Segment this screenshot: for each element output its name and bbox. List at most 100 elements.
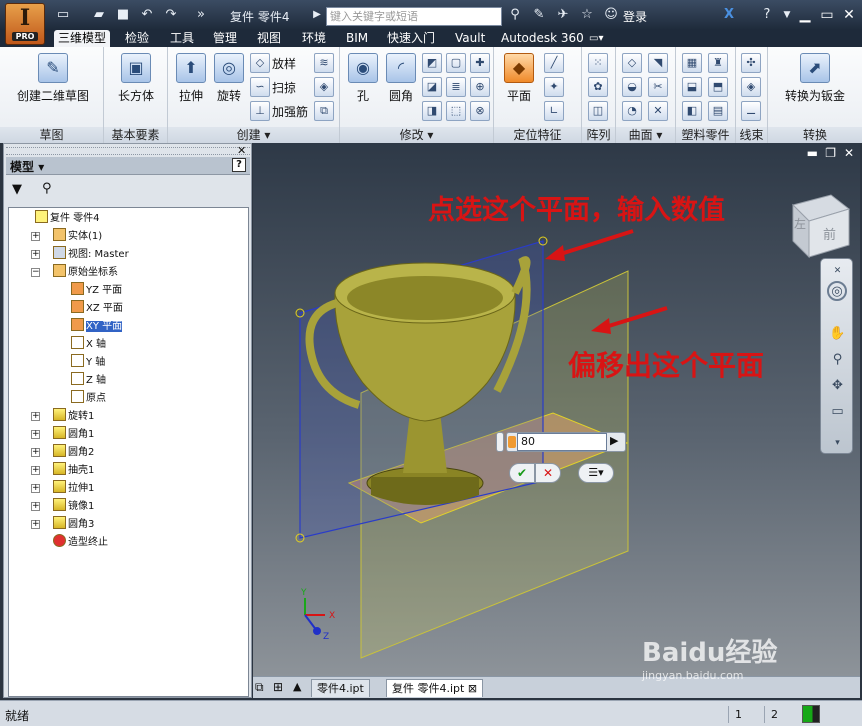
harness-properties-icon[interactable]: ◈: [741, 77, 761, 97]
satellite-icon[interactable]: ✈: [554, 6, 572, 24]
fillet-button[interactable]: ◜ 圆角: [382, 53, 420, 104]
revolve-button[interactable]: ◎ 旋转: [210, 53, 248, 104]
redo-icon[interactable]: ↷: [162, 6, 180, 24]
tab-3d-model[interactable]: 三维模型: [54, 30, 111, 47]
loft-icon[interactable]: ◇: [250, 53, 270, 73]
browser-grip[interactable]: [6, 147, 250, 155]
tab-autodesk-360[interactable]: Autodesk 360: [497, 30, 588, 47]
box-button[interactable]: ▣ 长方体: [112, 53, 160, 104]
tree-expander-icon[interactable]: +: [31, 448, 40, 457]
ribbon-options-icon[interactable]: ▭▾: [585, 30, 607, 47]
tab-view[interactable]: 视图: [253, 30, 285, 47]
snap-fit-icon[interactable]: ⬒: [708, 77, 728, 97]
harness-segment-icon[interactable]: ⚊: [741, 101, 761, 121]
cascade-windows-icon[interactable]: ⧉: [255, 680, 264, 695]
emboss-icon[interactable]: ◈: [314, 77, 334, 97]
thread-icon[interactable]: ≣: [446, 77, 466, 97]
tree-expander-icon[interactable]: −: [31, 268, 40, 277]
tree-node[interactable]: + 圆角3: [31, 516, 94, 533]
direct-edit-icon[interactable]: ⬚: [446, 101, 466, 121]
convert-to-sheet-metal-button[interactable]: ⬈ 转换为钣金: [772, 53, 858, 104]
tree-expander-icon[interactable]: +: [31, 232, 40, 241]
document-tab-copy-part4[interactable]: 复件 零件4.ipt ⊠: [386, 679, 484, 697]
steering-wheel-icon[interactable]: ◎: [827, 281, 847, 301]
filter-icon[interactable]: ▼: [12, 182, 22, 197]
tree-node[interactable]: + 圆角1: [31, 426, 94, 443]
look-at-icon[interactable]: ▭: [829, 403, 846, 420]
cancel-x-button[interactable]: ✕: [535, 463, 561, 483]
browser-close-icon[interactable]: ✕: [237, 144, 246, 157]
orbit-icon[interactable]: ✥: [829, 377, 846, 394]
tree-expander-icon[interactable]: +: [31, 466, 40, 475]
split-icon[interactable]: ✚: [470, 53, 490, 73]
tree-node[interactable]: XZ 平面: [71, 300, 123, 317]
mini-toolbar-grip[interactable]: [496, 432, 504, 452]
circular-pattern-icon[interactable]: ✿: [588, 77, 608, 97]
stitch-icon[interactable]: ◇: [622, 53, 642, 73]
rest-icon[interactable]: ⬓: [682, 77, 702, 97]
undo-icon[interactable]: ↶: [138, 6, 156, 24]
tab-get-started[interactable]: 快速入门: [383, 30, 439, 47]
combine-icon[interactable]: ⊕: [470, 77, 490, 97]
lip-icon[interactable]: ▤: [708, 101, 728, 121]
delete-face-icon[interactable]: ⊗: [470, 101, 490, 121]
harness-icon[interactable]: ✣: [741, 53, 761, 73]
pan-hand-icon[interactable]: ✋: [829, 325, 846, 342]
tree-expander-icon[interactable]: +: [31, 520, 40, 529]
tree-node[interactable]: − 原始坐标系: [31, 264, 118, 281]
tree-node[interactable]: X 轴: [71, 336, 106, 353]
draft-icon[interactable]: ◪: [422, 77, 442, 97]
tree-node[interactable]: + 拉伸1: [31, 480, 94, 497]
extrude-button[interactable]: ⬆ 拉伸: [172, 53, 210, 104]
tab-vault[interactable]: Vault: [451, 30, 489, 47]
plane-button[interactable]: ◆ 平面: [500, 53, 538, 104]
rib-label[interactable]: 加强筋: [272, 103, 308, 120]
minimize-window-button[interactable]: ▁: [794, 5, 816, 25]
tree-node[interactable]: + 镜像1: [31, 498, 94, 515]
tree-node[interactable]: Y 轴: [71, 354, 105, 371]
help-icon[interactable]: ?: [758, 6, 776, 24]
tab-close-icon[interactable]: ⊠: [468, 682, 477, 695]
more-tools-button[interactable]: »: [192, 6, 210, 24]
save-icon[interactable]: ■: [114, 6, 132, 24]
thicken-icon[interactable]: ◨: [422, 101, 442, 121]
offset-expand-arrow-icon[interactable]: ▶: [610, 434, 618, 447]
apply-check-button[interactable]: ✔: [509, 463, 535, 483]
tree-node[interactable]: + 圆角2: [31, 444, 94, 461]
rib-icon[interactable]: ⊥: [250, 101, 270, 121]
rule-fillet-icon[interactable]: ◧: [682, 101, 702, 121]
sweep-label[interactable]: 扫掠: [272, 79, 296, 96]
mini-toolbar-options-button[interactable]: ☰▾: [578, 463, 614, 483]
tree-expander-icon[interactable]: +: [31, 250, 40, 259]
panel-title-modify[interactable]: 修改 ▾: [340, 127, 493, 143]
tab-environments[interactable]: 环境: [298, 30, 330, 47]
browser-title-dropdown[interactable]: 模型 ▾: [10, 158, 44, 175]
tree-node[interactable]: XY 平面: [71, 318, 123, 335]
user-icon[interactable]: ☺: [602, 6, 620, 24]
hole-button[interactable]: ◉ 孔: [344, 53, 382, 104]
tree-node[interactable]: + 实体(1): [31, 228, 102, 245]
restore-window-button[interactable]: ▭: [816, 5, 838, 25]
search-expand-icon[interactable]: ▶: [308, 6, 326, 24]
sweep-icon[interactable]: ∽: [250, 77, 270, 97]
coil-icon[interactable]: ≋: [314, 53, 334, 73]
tree-node[interactable]: + 旋转1: [31, 408, 94, 425]
tree-expander-icon[interactable]: +: [31, 412, 40, 421]
shell-icon[interactable]: ▢: [446, 53, 466, 73]
point-icon[interactable]: ✦: [544, 77, 564, 97]
favorites-star-icon[interactable]: ☆: [578, 6, 596, 24]
chamfer-icon[interactable]: ◩: [422, 53, 442, 73]
tree-node[interactable]: + 抽壳1: [31, 462, 94, 479]
loft-label[interactable]: 放样: [272, 55, 296, 72]
tab-bim[interactable]: BIM: [342, 30, 372, 47]
exchange-apps-icon[interactable]: X: [720, 6, 738, 24]
extend-icon[interactable]: ◔: [622, 101, 642, 121]
login-link[interactable]: 登录: [623, 8, 647, 25]
tree-node[interactable]: 造型终止: [53, 534, 108, 551]
create-2d-sketch-button[interactable]: ✎ 创建二维草图: [10, 53, 96, 104]
patch-icon[interactable]: ◥: [648, 53, 668, 73]
tile-windows-icon[interactable]: ⊞: [273, 680, 283, 694]
tree-expander-icon[interactable]: +: [31, 430, 40, 439]
navbar-close-icon[interactable]: ✕: [829, 263, 846, 280]
search-input[interactable]: 键入关键字或短语: [326, 7, 502, 26]
